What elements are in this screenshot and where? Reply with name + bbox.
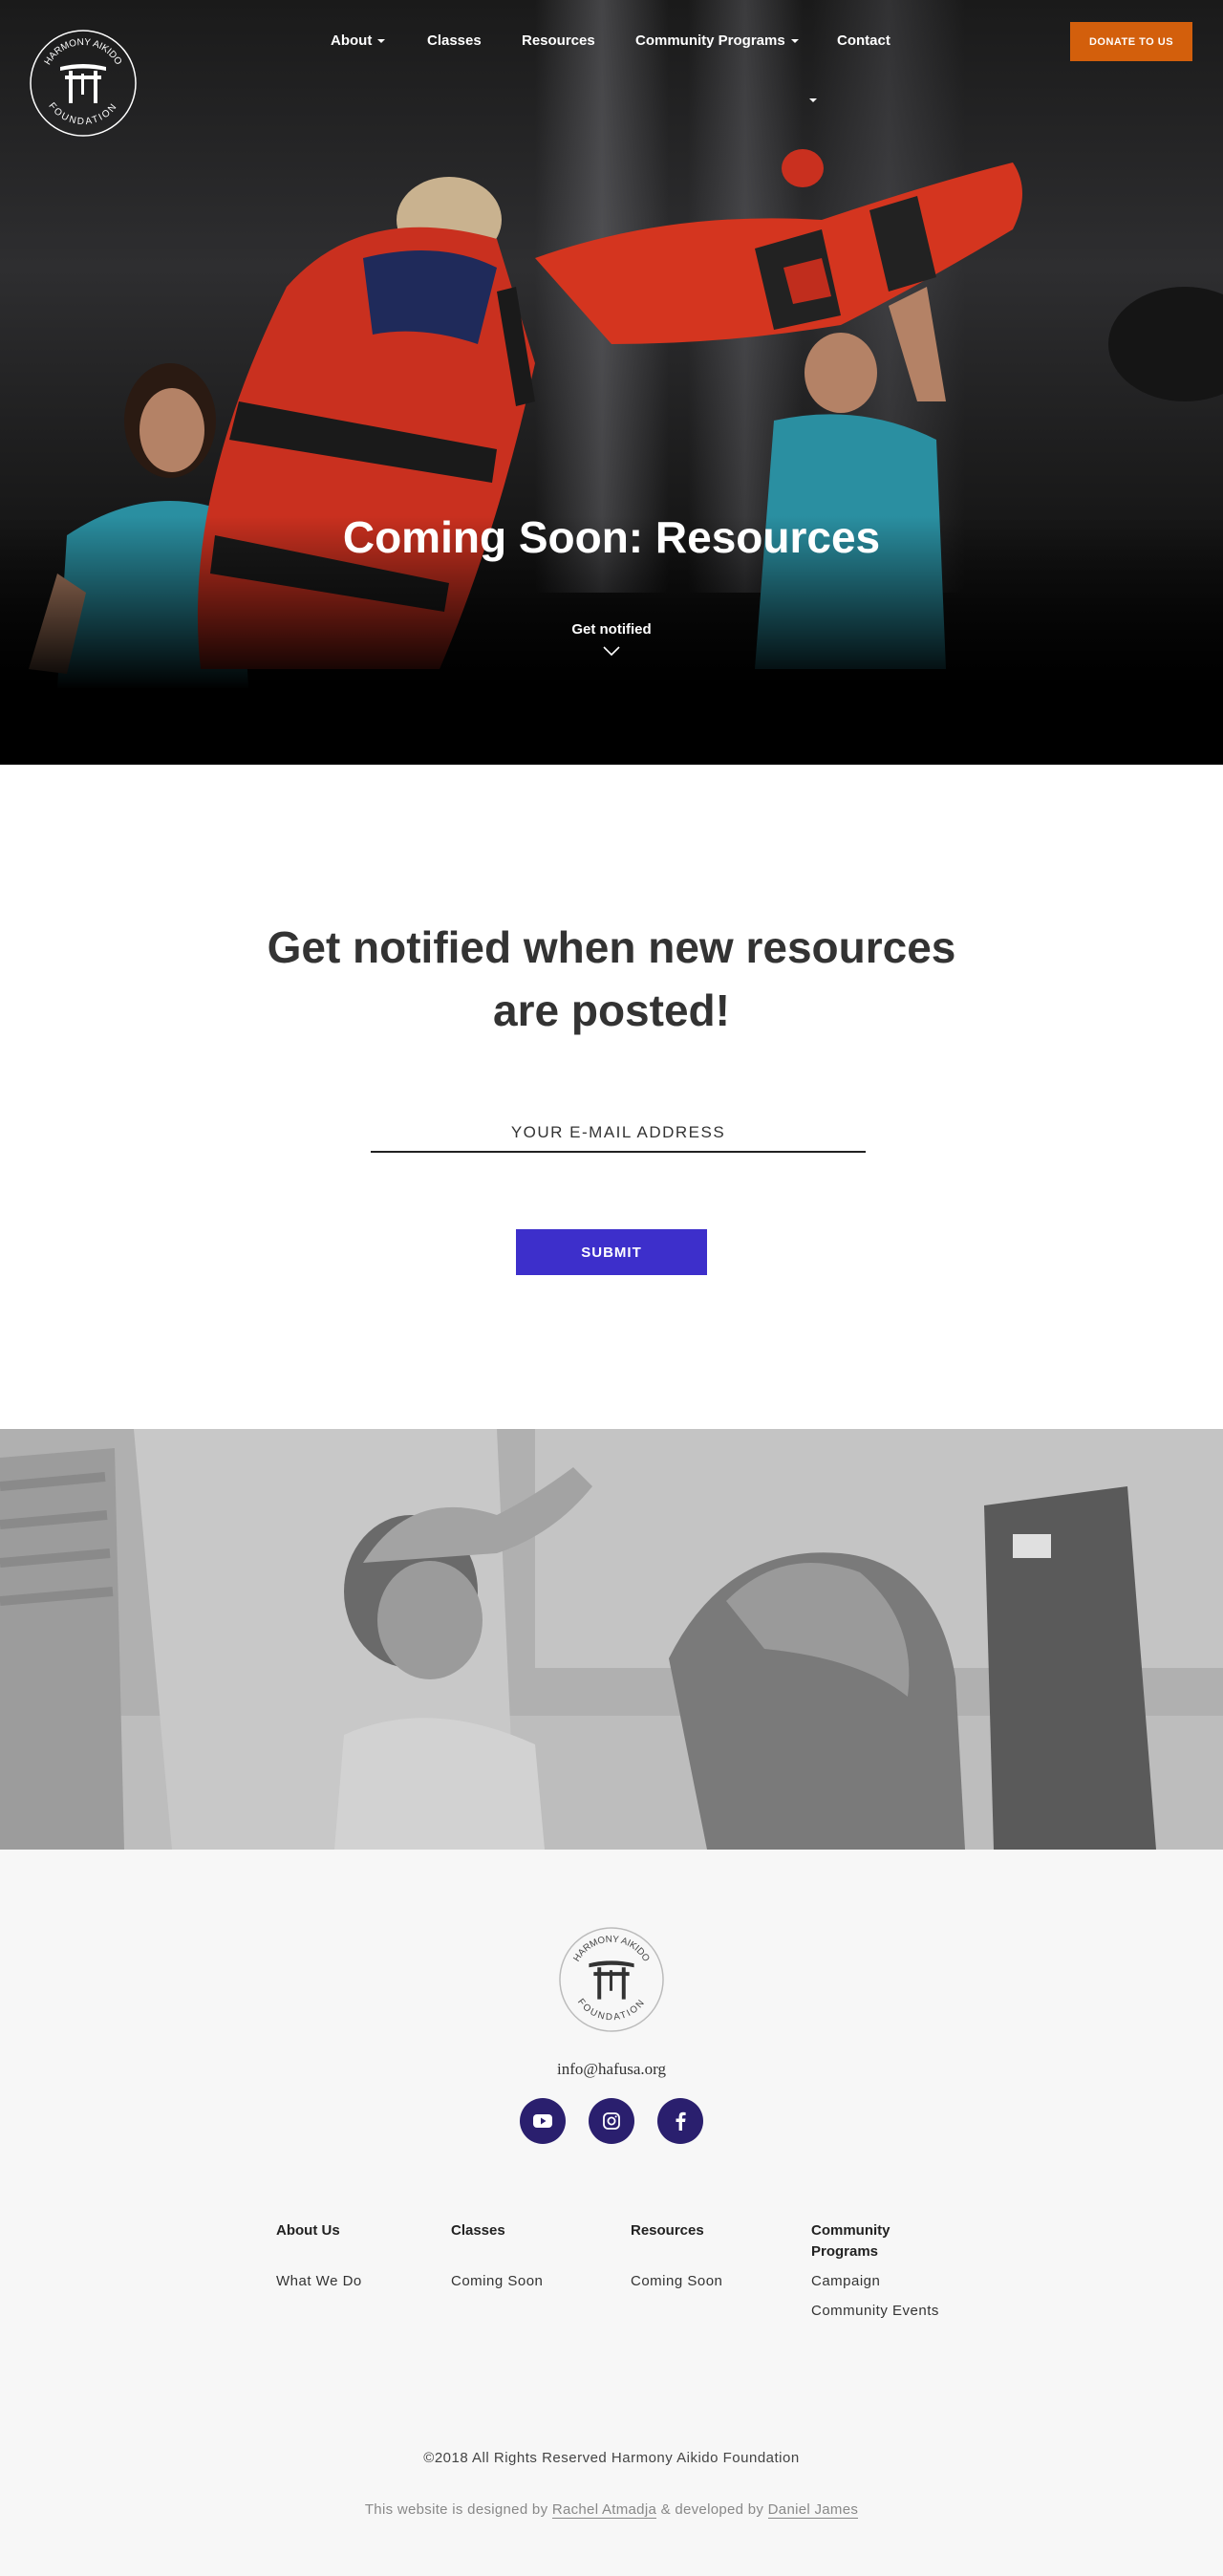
- footer-heading-community-programs: Community Programs: [811, 2222, 890, 2260]
- nav-about[interactable]: About: [331, 32, 386, 49]
- svg-text:FOUNDATION: FOUNDATION: [575, 1997, 648, 2023]
- footer-heading-classes: Classes: [451, 2222, 505, 2239]
- hero-section: HARMONY AIKIDO FOUNDATION About Classes …: [0, 0, 1223, 765]
- footer-link-classes-coming-soon[interactable]: Coming Soon: [451, 2273, 543, 2289]
- instagram-icon: [603, 2112, 620, 2130]
- developer-link[interactable]: Daniel James: [767, 2501, 859, 2519]
- nav-community-programs[interactable]: Community Programs: [635, 32, 799, 49]
- notify-section: Get notified when new resources are post…: [0, 765, 1223, 1429]
- chevron-down-icon[interactable]: [602, 644, 621, 658]
- nav-contact[interactable]: Contact: [837, 32, 890, 49]
- copyright: ©2018 All Rights Reserved Harmony Aikido…: [423, 2450, 800, 2466]
- submit-button[interactable]: SUBMIT: [516, 1229, 707, 1275]
- instagram-button[interactable]: [589, 2098, 634, 2144]
- main-nav: About Classes Resources Community Progra…: [0, 0, 1223, 102]
- designer-link[interactable]: Rachel Atmadja: [551, 2501, 657, 2519]
- svg-text:FOUNDATION: FOUNDATION: [46, 100, 119, 127]
- footer-email-link[interactable]: info@hafusa.org: [0, 2060, 1223, 2079]
- get-notified-link[interactable]: Get notified: [0, 621, 1223, 638]
- footer: HARMONY AIKIDO FOUNDATION info@hafusa.or…: [0, 1850, 1223, 2576]
- email-field[interactable]: [371, 1115, 866, 1153]
- credits-prefix: This website is designed by: [364, 2501, 548, 2518]
- credits-middle: & developed by: [660, 2501, 764, 2518]
- caret-down-icon: [790, 39, 799, 44]
- footer-link-campaign[interactable]: Campaign: [811, 2273, 880, 2289]
- hero-title: Coming Soon: Resources: [342, 512, 881, 562]
- nav-resources[interactable]: Resources: [522, 32, 595, 49]
- footer-link-what-we-do[interactable]: What We Do: [276, 2273, 362, 2289]
- facebook-icon: [676, 2111, 686, 2131]
- credits: This website is designed by Rachel Atmad…: [0, 2501, 1223, 2519]
- notify-heading: Get notified when new resources are post…: [267, 922, 956, 1035]
- donate-button[interactable]: DONATE TO US: [1070, 22, 1192, 61]
- footer-heading-resources: Resources: [631, 2222, 704, 2239]
- caret-down-icon[interactable]: [809, 98, 817, 102]
- footer-link-resources-coming-soon[interactable]: Coming Soon: [631, 2273, 722, 2289]
- photo-band: [0, 1429, 1223, 1850]
- youtube-icon: [533, 2114, 552, 2128]
- footer-logo[interactable]: HARMONY AIKIDO FOUNDATION: [558, 1926, 665, 2033]
- youtube-button[interactable]: [520, 2098, 566, 2144]
- footer-link-community-events[interactable]: Community Events: [811, 2303, 939, 2319]
- class-photo: [0, 1429, 1223, 1850]
- nav-classes[interactable]: Classes: [427, 32, 482, 49]
- facebook-button[interactable]: [657, 2098, 703, 2144]
- caret-down-icon: [377, 39, 386, 44]
- footer-heading-about: About Us: [276, 2222, 340, 2239]
- torii-logo-icon: HARMONY AIKIDO FOUNDATION: [559, 1927, 664, 2032]
- svg-text:HARMONY AIKIDO: HARMONY AIKIDO: [571, 1935, 652, 1964]
